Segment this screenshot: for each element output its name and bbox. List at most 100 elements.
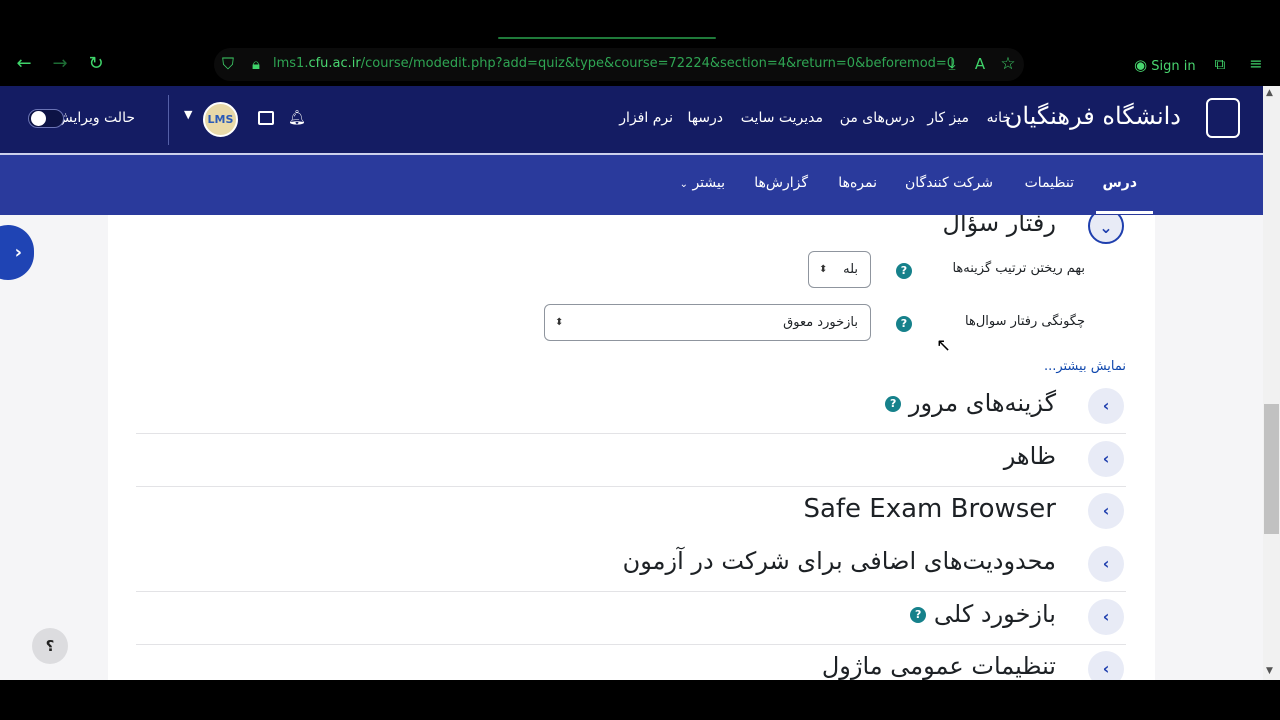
scroll-up-icon[interactable]: ▲ (1266, 88, 1273, 98)
open-drawer-button[interactable]: › (0, 225, 34, 280)
nav-item-my-courses[interactable]: درس‌های من (840, 110, 915, 126)
expand-review-options-button[interactable]: ‹ (1088, 388, 1124, 424)
tab-participants[interactable]: شرکت کنندگان (905, 175, 993, 191)
tab-grades[interactable]: نمره‌ها (838, 175, 877, 191)
expand-extra-restrictions-button[interactable]: ‹ (1088, 546, 1124, 582)
section-title-text: گزینه‌های مرور (908, 389, 1056, 417)
tab-more[interactable]: بیشتر ⌄ (680, 175, 725, 191)
select-arrows-icon: ⬍ (555, 317, 564, 328)
tab-course[interactable]: درس (1102, 175, 1137, 191)
chevron-left-icon: ‹ (1102, 501, 1110, 520)
behaviour-select[interactable]: بازخورد معوق ⬍ (544, 304, 871, 341)
section-title-extra-restrictions: محدودیت‌های اضافی برای شرکت در آزمون (622, 547, 1056, 575)
tab-settings[interactable]: تنظیمات (1025, 175, 1074, 191)
scrollbar-thumb[interactable] (1264, 404, 1279, 534)
os-bottom-bar (0, 680, 1280, 720)
url-prefix: lms1. (273, 56, 309, 71)
chevron-left-icon: ‹ (1102, 659, 1110, 678)
section-title-text: بازخورد کلی (933, 600, 1056, 628)
main-content: › ؟ ⌄ رفتار سؤال بهم ریختن ترتیب گزینه‌ه… (0, 215, 1263, 680)
nav-item-site-admin[interactable]: مدیریت سایت (741, 110, 823, 126)
messages-icon[interactable] (258, 111, 274, 125)
shuffle-select[interactable]: بله ⬍ (808, 251, 871, 288)
section-title-safe-exam-browser: Safe Exam Browser (803, 494, 1056, 524)
extensions-icon[interactable]: ⧉ (1208, 42, 1232, 86)
edit-mode-toggle[interactable] (28, 109, 64, 128)
chevron-left-icon: ‹ (1102, 607, 1110, 626)
toggle-knob (31, 111, 46, 126)
signin-label: Sign in (1151, 59, 1196, 74)
nav-item-home[interactable]: خانه (987, 110, 1011, 126)
forward-icon[interactable]: → (48, 42, 72, 86)
avatar-text: LMS (207, 113, 234, 126)
url-host: cfu.ac.ir (308, 56, 361, 71)
url-text[interactable]: lms1.cfu.ac.ir/course/modedit.php?add=qu… (273, 56, 955, 71)
section-title-appearance: ظاهر (1003, 442, 1056, 470)
show-more-link[interactable]: نمایش بیشتر... (1044, 359, 1126, 374)
scroll-down-icon[interactable]: ▼ (1266, 666, 1273, 676)
reload-icon[interactable]: ↻ (84, 42, 108, 86)
edit-mode-label: حالت ویرایش (55, 110, 135, 126)
section-title-common-module-settings: تنظیمات عمومی ماژول (821, 652, 1056, 680)
mouse-cursor-icon: ↖ (936, 335, 952, 356)
behaviour-select-value: بازخورد معوق (783, 315, 858, 330)
behaviour-label: چگونگی رفتار سوال‌ها (965, 314, 1085, 329)
tab-reports[interactable]: گزارش‌ها (754, 175, 808, 191)
nav-item-software[interactable]: نرم افزار (619, 110, 673, 126)
translate-icon[interactable]: A (968, 42, 992, 86)
left-drawer-area: › ؟ (0, 215, 108, 680)
active-tab-indicator (1096, 211, 1153, 214)
logo-text[interactable]: دانشگاه فرهنگیان (1005, 102, 1181, 130)
nav-item-dashboard[interactable]: میز کار (927, 110, 969, 126)
star-icon[interactable]: ☆ (996, 42, 1020, 86)
back-icon[interactable]: ← (12, 42, 36, 86)
collapse-question-behaviour-button[interactable]: ⌄ (1088, 215, 1124, 244)
university-logo-icon[interactable] (1206, 98, 1240, 138)
os-top-bar (0, 0, 1280, 40)
section-divider (136, 644, 1126, 645)
help-icon[interactable]: ? (885, 396, 902, 412)
chevron-right-icon: › (14, 242, 22, 263)
section-divider (136, 591, 1126, 592)
chevron-left-icon: ‹ (1102, 449, 1110, 468)
expand-seb-button[interactable]: ‹ (1088, 493, 1124, 529)
shuffle-select-value: بله (843, 262, 858, 277)
section-divider (136, 486, 1126, 487)
profile-icon: ◉ (1134, 56, 1148, 74)
course-secondary-nav: درس تنظیمات شرکت کنندگان نمره‌ها گزارش‌ه… (0, 155, 1263, 215)
help-icon[interactable]: ? (910, 607, 927, 623)
expand-appearance-button[interactable]: ‹ (1088, 441, 1124, 477)
select-arrows-icon: ⬍ (819, 264, 828, 275)
section-title-overall-feedback: بازخورد کلی ? (910, 600, 1056, 628)
section-title-review-options: گزینه‌های مرور ? (885, 389, 1056, 417)
menu-icon[interactable]: ≡ (1244, 42, 1268, 86)
help-icon: ? (896, 315, 912, 332)
signin-button[interactable]: ◉ Sign in (1128, 52, 1204, 78)
shield-icon[interactable]: ⛉ (216, 42, 240, 86)
nav-item-courses[interactable]: درسها (688, 110, 723, 126)
chevron-down-icon: ⌄ (1099, 218, 1113, 237)
section-divider (136, 433, 1126, 434)
main-navbar: دانشگاه فرهنگیان خانه میز کار درس‌های من… (0, 86, 1263, 153)
shuffle-help-icon[interactable]: ? (896, 260, 912, 279)
install-app-icon[interactable]: ⤓ (940, 42, 964, 86)
url-path: /course/modedit.php?add=quiz&type&course… (360, 56, 956, 71)
avatar[interactable]: LMS (203, 102, 238, 137)
user-menu-chevron-icon[interactable]: ▼ (184, 108, 192, 121)
page-scrollbar[interactable]: ▲ ▼ (1263, 86, 1280, 680)
expand-common-module-settings-button[interactable]: ‹ (1088, 651, 1124, 680)
help-button[interactable]: ؟ (32, 628, 68, 664)
chevron-left-icon: ‹ (1102, 396, 1110, 415)
chevron-left-icon: ‹ (1102, 554, 1110, 573)
notification-bell-icon[interactable]: 🔔︎ (288, 110, 306, 126)
expand-overall-feedback-button[interactable]: ‹ (1088, 599, 1124, 635)
navbar-divider (168, 95, 169, 145)
question-behaviour-title: رفتار سؤال (942, 215, 1056, 237)
page-load-indicator (498, 37, 716, 39)
tab-more-label: بیشتر (692, 175, 725, 191)
lock-icon[interactable]: 🔒︎ (244, 42, 268, 86)
shuffle-label: بهم ریختن ترتیب گزینه‌ها (952, 261, 1085, 276)
help-icon: ? (896, 262, 912, 279)
behaviour-help-icon[interactable]: ? (896, 313, 912, 332)
chevron-down-icon: ⌄ (679, 179, 688, 190)
